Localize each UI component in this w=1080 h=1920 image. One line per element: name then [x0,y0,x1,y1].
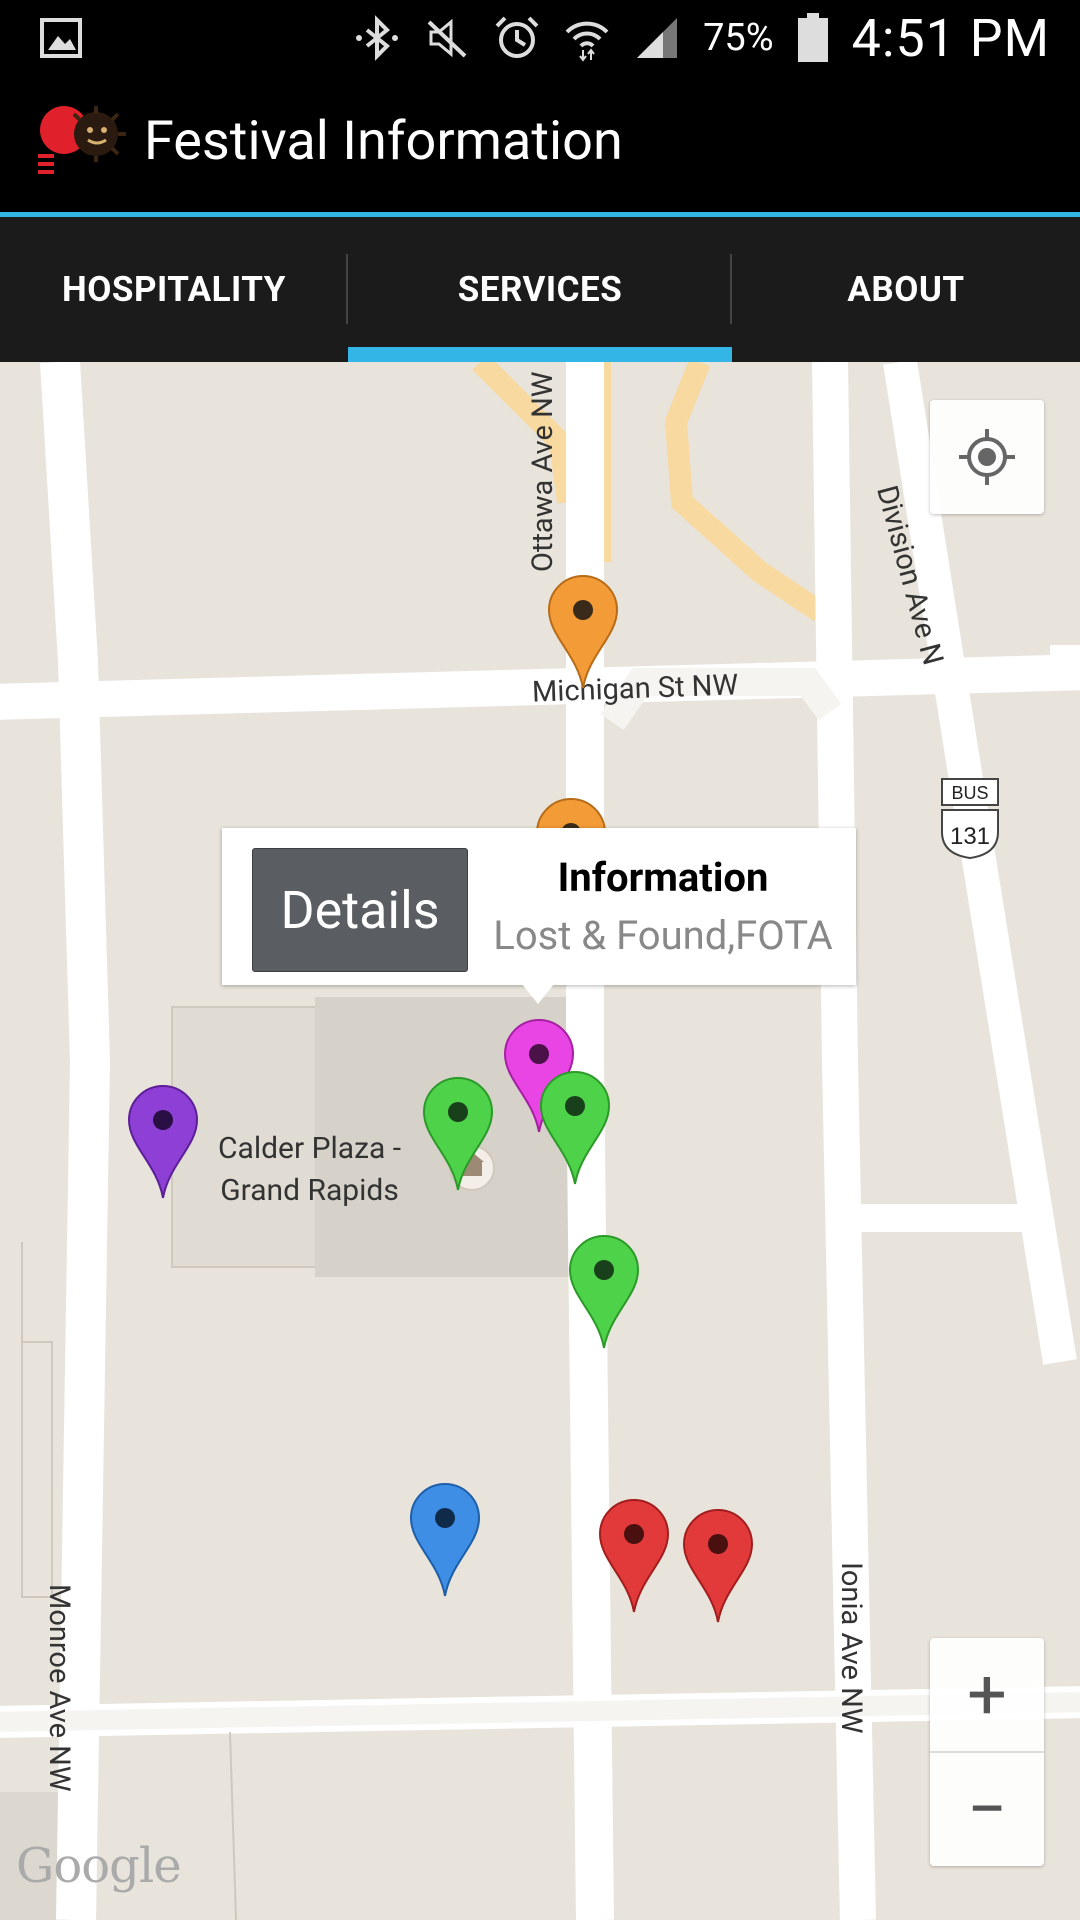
page-title: Festival Information [144,110,623,173]
zoom-controls: + − [930,1638,1044,1866]
wifi-icon [565,21,609,62]
map-marker-red[interactable] [598,1498,670,1616]
map-marker-red[interactable] [682,1508,754,1626]
bluetooth-icon [356,15,399,61]
map-marker-green[interactable] [568,1234,640,1352]
google-attribution-logo: Google [16,1838,182,1894]
map-view[interactable]: BUS 131 Ottawa Ave NW Michigan St NW Div… [0,362,1080,1920]
map-marker-purple[interactable] [127,1084,199,1202]
tab-label: ABOUT [847,269,965,310]
info-window-title: Information [557,854,769,901]
poi-label-line1: Calder Plaza - [218,1131,402,1166]
tab-hospitality[interactable]: HOSPITALITY [0,217,348,362]
info-window-pointer [522,984,554,1004]
gallery-notification-icon [40,18,82,58]
alarm-icon [495,16,539,58]
tab-about[interactable]: ABOUT [732,217,1080,362]
zoom-in-button[interactable]: + [930,1638,1044,1751]
battery-icon [797,13,828,62]
battery-percent: 75% [703,16,774,60]
street-label-ionia: Ionia Ave NW [834,1562,868,1734]
tab-services[interactable]: SERVICES [348,217,732,362]
info-window-subtitle: Lost & Found,FOTA [493,912,833,959]
tab-bar: HOSPITALITY SERVICES ABOUT [0,217,1080,362]
poi-label-calder-plaza[interactable]: Calder Plaza - Grand Rapids [218,1128,401,1212]
map-marker-green[interactable] [422,1076,494,1194]
street-label-monroe: Monroe Ave NW [42,1584,76,1792]
mute-icon [427,18,467,58]
poi-label-line2: Grand Rapids [220,1173,399,1208]
my-location-button[interactable] [930,400,1044,514]
map-marker-green[interactable] [539,1070,611,1188]
map-marker-blue[interactable] [409,1482,481,1600]
details-button[interactable]: Details [252,848,468,972]
map-marker-orange[interactable] [547,574,619,692]
route-shield-number: 131 [950,823,990,850]
zoom-out-button[interactable]: − [930,1753,1044,1866]
marker-info-window[interactable]: Details Information Lost & Found,FOTA [222,828,856,985]
clock: 4:51 PM [851,7,1050,69]
status-bar: 75% 4:51 PM [0,0,1080,76]
route-shield-top: BUS [951,783,988,803]
action-bar: Festival Information [0,76,1080,212]
my-location-icon [959,429,1015,485]
street-label-ottawa: Ottawa Ave NW [526,371,560,572]
tab-label: HOSPITALITY [62,269,286,310]
tab-label: SERVICES [457,269,623,310]
selected-tab-indicator [348,347,732,362]
signal-icon [637,18,678,58]
app-logo-icon[interactable] [34,100,134,180]
